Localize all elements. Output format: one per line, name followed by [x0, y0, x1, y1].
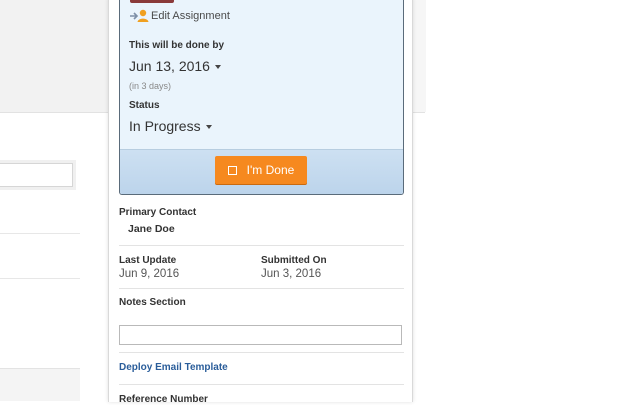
assign-person-icon [129, 8, 151, 24]
primary-contact-value: Jane Doe [128, 223, 175, 235]
edit-assignment-label: Edit Assignment [151, 10, 230, 22]
im-done-button[interactable]: I'm Done [215, 156, 307, 184]
caret-down-icon [205, 124, 212, 129]
assignment-card-body: Edit Assignment This will be done by Jun… [120, 0, 403, 150]
status-label: Status [129, 100, 160, 111]
edit-assignment-link[interactable]: Edit Assignment [129, 8, 230, 24]
status-value: In Progress [129, 118, 201, 134]
caret-down-icon [214, 64, 221, 69]
notes-section-label: Notes Section [119, 297, 186, 308]
due-date-hint: (in 3 days) [129, 81, 172, 91]
background-divider [0, 278, 80, 279]
background-column [412, 0, 426, 112]
due-date-dropdown[interactable]: Jun 13, 2016 [129, 58, 221, 74]
last-update-label: Last Update [119, 255, 177, 266]
section-divider [119, 245, 404, 246]
assignment-card: Edit Assignment This will be done by Jun… [119, 0, 404, 195]
background-block [0, 368, 80, 401]
submitted-on-value: Jun 3, 2016 [261, 268, 322, 280]
assignee-thumbnail [130, 0, 174, 3]
due-date-value: Jun 13, 2016 [129, 58, 210, 74]
last-update-value: Jun 9, 2016 [119, 268, 180, 280]
detail-panel: Edit Assignment This will be done by Jun… [108, 0, 413, 405]
deploy-email-template-link[interactable]: Deploy Email Template [119, 362, 228, 373]
section-divider [119, 352, 404, 353]
status-dropdown[interactable]: In Progress [129, 118, 212, 134]
due-date-label: This will be done by [129, 40, 225, 51]
submitted-on-label: Submitted On [261, 255, 327, 266]
primary-contact-label: Primary Contact [119, 207, 197, 218]
section-divider [119, 384, 404, 385]
section-divider [119, 288, 404, 289]
background-divider [0, 233, 80, 234]
checkbox-icon [227, 165, 237, 175]
background-input[interactable] [0, 163, 73, 187]
im-done-label: I'm Done [246, 163, 295, 177]
notes-input[interactable] [119, 325, 402, 345]
